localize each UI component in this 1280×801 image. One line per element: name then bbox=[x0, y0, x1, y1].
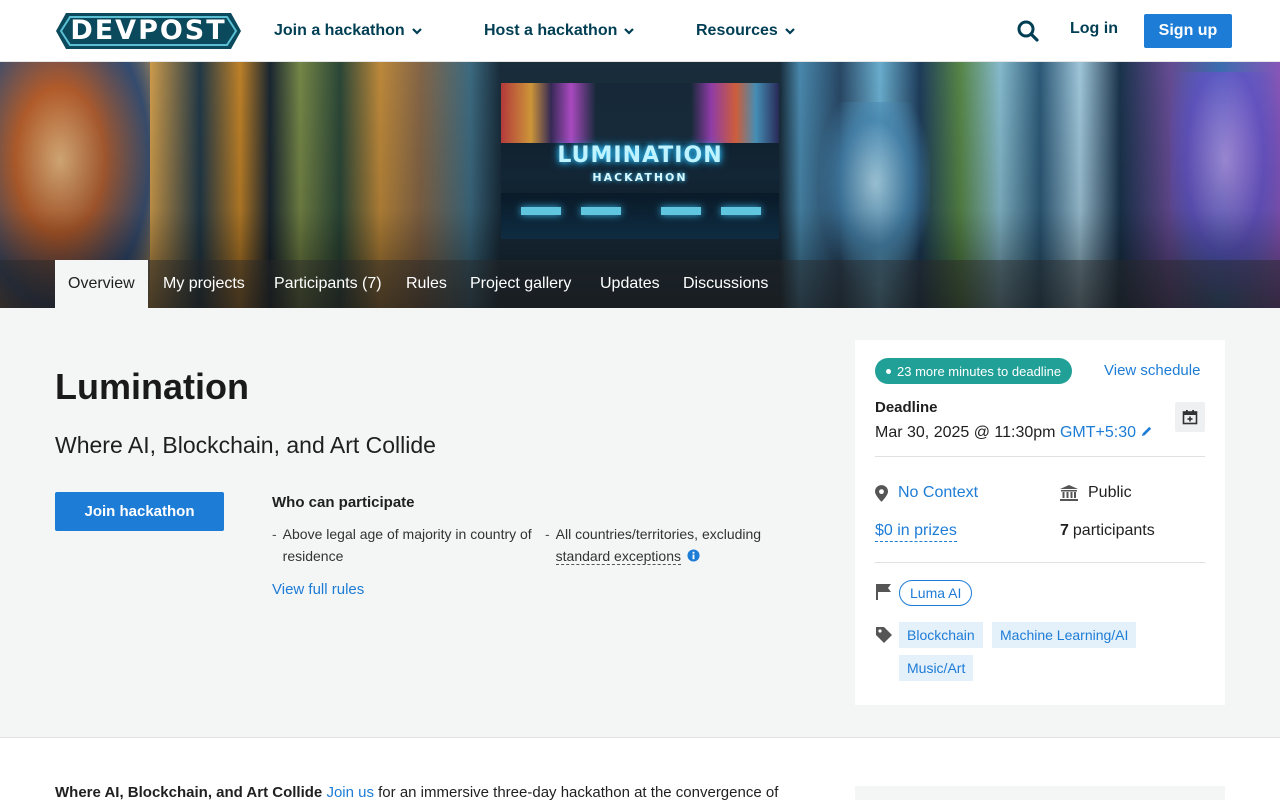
thumbnail-light bbox=[721, 207, 761, 215]
theme-tag-blockchain[interactable]: Blockchain bbox=[899, 622, 983, 648]
pencil-icon[interactable] bbox=[1140, 425, 1153, 438]
hackathon-tabs: Overview My projects Participants (7) Ru… bbox=[0, 260, 1280, 308]
thumbnail-light bbox=[661, 207, 701, 215]
login-link[interactable]: Log in bbox=[1070, 20, 1118, 38]
location-row: No Context bbox=[875, 484, 978, 502]
search-button[interactable] bbox=[1015, 18, 1041, 44]
join-hackathon-button[interactable]: Join hackathon bbox=[55, 492, 224, 531]
add-to-calendar-button[interactable] bbox=[1175, 402, 1205, 432]
visibility-row: Public bbox=[1060, 484, 1132, 502]
nav-host-hackathon[interactable]: Host a hackathon bbox=[484, 20, 635, 42]
nav-resources-label: Resources bbox=[696, 22, 778, 39]
tab-project-gallery[interactable]: Project gallery bbox=[470, 260, 571, 308]
flag-icon bbox=[876, 584, 891, 600]
logo-text: DEVPOST bbox=[70, 15, 227, 46]
eligibility-text: Above legal age of majority in country o… bbox=[282, 526, 532, 564]
top-navigation-bar: DEVPOST Join a hackathon Host a hackatho… bbox=[0, 0, 1280, 62]
thumbnail-subtitle: HACKATHON bbox=[592, 171, 688, 184]
prizes-link[interactable]: $0 in prizes bbox=[875, 522, 957, 542]
thumbnail-title: LUMINATION bbox=[557, 143, 723, 168]
who-can-participate-heading: Who can participate bbox=[272, 494, 415, 511]
institution-icon bbox=[1060, 485, 1078, 501]
page-title: Lumination bbox=[55, 366, 249, 407]
tab-participants[interactable]: Participants (7) bbox=[274, 260, 382, 308]
signup-button[interactable]: Sign up bbox=[1144, 14, 1232, 48]
nav-join-hackathon-label: Join a hackathon bbox=[274, 22, 405, 39]
thumbnail-light bbox=[581, 207, 621, 215]
deadline-label: Deadline bbox=[875, 399, 938, 416]
deadline-date: Mar 30, 2025 @ 11:30pm GMT+5:30 bbox=[875, 424, 1153, 442]
theme-tag-music-art[interactable]: Music/Art bbox=[899, 655, 974, 681]
theme-tag-machine-learning[interactable]: Machine Learning/AI bbox=[992, 622, 1137, 648]
search-icon bbox=[1017, 20, 1039, 42]
tab-overview[interactable]: Overview bbox=[55, 260, 148, 308]
countdown-dot bbox=[886, 368, 891, 374]
chevron-down-icon bbox=[785, 28, 795, 35]
list-dash: - bbox=[272, 526, 277, 542]
location-link[interactable]: No Context bbox=[898, 484, 978, 502]
participants-row: 7 participants bbox=[1060, 522, 1155, 540]
description-text: for an immersive three-day hackathon at … bbox=[378, 784, 779, 801]
sidebar-panel-stub bbox=[855, 786, 1225, 800]
nav-host-hackathon-label: Host a hackathon bbox=[484, 22, 618, 39]
hackathon-thumbnail: LUMINATION HACKATHON bbox=[501, 83, 779, 239]
countdown-badge: 23 more minutes to deadline bbox=[875, 358, 1073, 384]
chevron-down-icon bbox=[411, 28, 422, 35]
participants-label: participants bbox=[1072, 522, 1155, 539]
list-dash: - bbox=[545, 526, 550, 542]
overview-section: Lumination Where AI, Blockchain, and Art… bbox=[0, 308, 1280, 738]
nav-join-hackathon[interactable]: Join a hackathon bbox=[274, 20, 423, 42]
managed-by-tag[interactable]: Luma AI bbox=[899, 580, 973, 606]
eligibility-item: - All countries/territories, excluding s… bbox=[545, 523, 805, 567]
chevron-down-icon bbox=[624, 28, 635, 35]
join-us-link[interactable]: Join us bbox=[326, 784, 374, 801]
thumbnail-light bbox=[521, 207, 561, 215]
calendar-add-icon bbox=[1182, 410, 1198, 425]
timezone-link[interactable]: GMT+5:30 bbox=[1060, 424, 1136, 441]
hackathon-tagline: Where AI, Blockchain, and Art Collide bbox=[55, 432, 436, 458]
eligibility-text: All countries/territories, excluding sta… bbox=[555, 523, 762, 567]
prizes-row: $0 in prizes bbox=[875, 522, 957, 542]
thumbnail-screens bbox=[501, 83, 779, 143]
visibility-text: Public bbox=[1088, 484, 1132, 501]
map-pin-icon bbox=[875, 484, 888, 502]
participants-count: 7 bbox=[1060, 522, 1069, 539]
standard-exceptions-link[interactable]: standard exceptions bbox=[555, 548, 681, 565]
info-icon[interactable] bbox=[687, 549, 700, 562]
deadline-datetime: Mar 30, 2025 @ 11:30pm bbox=[875, 424, 1056, 441]
nav-resources[interactable]: Resources bbox=[696, 20, 796, 42]
tab-rules[interactable]: Rules bbox=[406, 260, 447, 308]
tab-discussions[interactable]: Discussions bbox=[683, 260, 768, 308]
divider bbox=[875, 456, 1205, 457]
tag-icon bbox=[876, 627, 892, 643]
eligibility-item: - Above legal age of majority in country… bbox=[272, 523, 532, 567]
tab-my-projects[interactable]: My projects bbox=[163, 260, 245, 308]
view-full-rules-link[interactable]: View full rules bbox=[272, 581, 364, 598]
hackathon-info-card: 23 more minutes to deadline View schedul… bbox=[855, 340, 1225, 705]
tab-updates[interactable]: Updates bbox=[600, 260, 660, 308]
hackathon-description: Where AI, Blockchain, and Art Collide Jo… bbox=[55, 784, 835, 801]
divider bbox=[875, 562, 1205, 563]
description-lead: Where AI, Blockchain, and Art Collide bbox=[55, 784, 323, 801]
devpost-logo[interactable]: DEVPOST bbox=[56, 13, 241, 49]
thumbnail-floor bbox=[501, 193, 779, 239]
view-schedule-link[interactable]: View schedule bbox=[1104, 362, 1200, 379]
countdown-text: 23 more minutes to deadline bbox=[897, 363, 1062, 379]
hackathon-banner: LUMINATION HACKATHON Overview My project… bbox=[0, 62, 1280, 308]
eligibility-text-prefix: All countries/territories, excluding bbox=[555, 526, 762, 542]
